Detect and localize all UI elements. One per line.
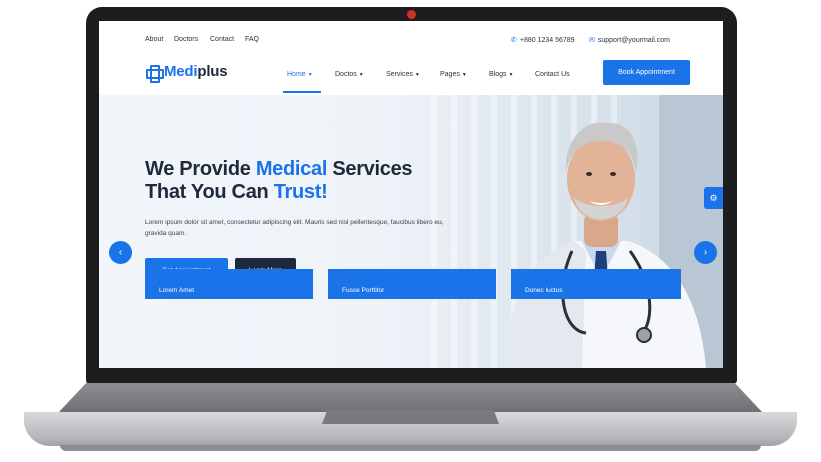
active-nav-indicator: [283, 91, 321, 93]
laptop-base-lip: [60, 445, 761, 451]
chevron-down-icon: ▼: [307, 71, 313, 78]
top-link-contact[interactable]: Contact: [210, 36, 234, 43]
feature-card-title: Donec luctus: [525, 287, 563, 294]
hero-headline: We Provide Medical Services That You Can…: [145, 158, 413, 203]
nav-item-blogs[interactable]: Blogs ▼: [489, 71, 513, 78]
logo-text: Mediplus: [164, 63, 228, 80]
nav-item-pages[interactable]: Pages ▼: [440, 71, 467, 78]
hero-banner: We Provide Medical Services That You Can…: [99, 95, 723, 368]
laptop-hinge-notch: [322, 410, 499, 424]
laptop-screen: About Doctors Contact FAQ ✆ +880 1234 56…: [99, 21, 723, 368]
chevron-left-icon: ‹: [118, 247, 123, 258]
gear-icon: ⚙: [709, 192, 718, 203]
phone-number: +880 1234 56789: [519, 36, 575, 44]
hero-description: Lorem ipsum dolor sit amet, consectetur …: [145, 219, 444, 237]
top-link-about[interactable]: About: [145, 36, 163, 43]
book-appointment-button[interactable]: Book Appointment: [603, 60, 690, 85]
feature-card[interactable]: Donec luctus: [511, 269, 681, 299]
chevron-down-icon: ▼: [414, 71, 420, 78]
phone-icon: ✆: [511, 37, 517, 44]
nav-item-contact-us[interactable]: Contact Us: [535, 71, 570, 78]
feature-card-title: Lorem Amet: [159, 287, 195, 294]
top-phone[interactable]: ✆ +880 1234 56789: [511, 36, 575, 45]
feature-card[interactable]: Fusce Porttitor: [328, 269, 496, 299]
site-logo[interactable]: Mediplus: [146, 63, 228, 83]
top-info-bar: About Doctors Contact FAQ ✆ +880 1234 56…: [99, 21, 723, 57]
chevron-right-icon: ›: [703, 247, 708, 258]
feature-card[interactable]: Lorem Amet: [145, 269, 313, 299]
main-navbar: Mediplus Home ▼ Doctos ▼ Services ▼ Pages ▼ …: [99, 57, 723, 95]
top-link-faq[interactable]: FAQ: [245, 36, 259, 43]
webcam-icon: [407, 10, 416, 19]
nav-item-doctors[interactable]: Doctos ▼: [335, 71, 364, 78]
settings-tab[interactable]: ⚙: [704, 187, 723, 209]
top-link-doctors[interactable]: Doctors: [174, 36, 198, 43]
mail-icon: ✉: [589, 37, 595, 44]
slider-next-button[interactable]: ›: [694, 241, 717, 264]
feature-card-title: Fusce Porttitor: [342, 287, 385, 294]
chevron-down-icon: ▼: [358, 71, 364, 78]
nav-item-home[interactable]: Home ▼: [287, 71, 313, 78]
slider-prev-button[interactable]: ‹: [109, 241, 132, 264]
laptop-keyboard-deck: [58, 383, 763, 413]
doctor-photo: [504, 122, 706, 368]
chevron-down-icon: ▼: [508, 71, 514, 78]
chevron-down-icon: ▼: [461, 71, 467, 78]
email-address: support@yourmail.com: [597, 36, 670, 44]
top-email[interactable]: ✉ support@yourmail.com: [589, 36, 670, 45]
laptop-mockup: About Doctors Contact FAQ ✆ +880 1234 56…: [0, 0, 821, 462]
nav-item-services[interactable]: Services ▼: [386, 71, 420, 78]
medical-cross-icon: [146, 64, 164, 83]
